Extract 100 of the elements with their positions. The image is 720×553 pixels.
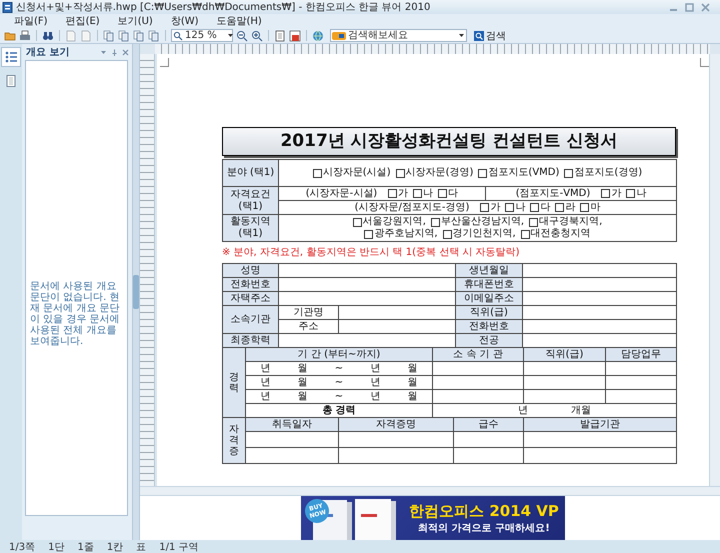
status-item: 1칸 (106, 540, 124, 553)
checkbox[interactable] (478, 168, 488, 178)
checkbox[interactable] (480, 203, 490, 212)
zoom-field[interactable]: 125 % (185, 30, 225, 41)
pages-icon[interactable] (133, 30, 145, 42)
checkbox[interactable] (626, 189, 636, 198)
field-label: 분야 (택1) (222, 160, 278, 186)
checkbox[interactable] (364, 230, 374, 238)
option-label: 나 (515, 202, 526, 214)
option-label: 부산울산경남지역, (440, 216, 524, 228)
panel-message: 문서에 사용된 개요 문단이 없습니다. 현재 문서에 개요 문단이 있을 경우 문서에 사용된 전체 개요를 보여줍니다. (30, 281, 121, 347)
splitter-handle[interactable] (133, 275, 139, 309)
window-title: 신청서+및+작성서류.hwp [C:₩Users₩dh₩Documents₩] - 한컴오피스 한글 뷰어 2010 (16, 1, 432, 14)
checkbox[interactable] (438, 189, 448, 198)
table-cell: 년 월 ~ 년 월 (246, 376, 432, 390)
field-label: 전화번호 (222, 278, 278, 292)
pages-icon[interactable] (148, 30, 160, 42)
menu-item[interactable]: 보기(U) (108, 14, 162, 28)
option-label: 마 (590, 202, 600, 214)
option-label: 경기인천지역, (452, 228, 516, 240)
table-cell (606, 376, 676, 390)
option-label: 광주호남지역, (374, 228, 438, 240)
checkbox[interactable] (555, 203, 564, 212)
option-label: 점포지도(VMD) (488, 167, 560, 179)
option-label: 가 (490, 202, 500, 214)
checkbox[interactable] (601, 189, 610, 198)
globe-icon[interactable] (312, 30, 324, 42)
search-field[interactable]: 검색해보세요 (348, 30, 456, 41)
caret-icon[interactable] (458, 32, 465, 39)
column-header: 자격증명 (338, 418, 454, 432)
checkbox[interactable] (352, 218, 362, 226)
checkbox[interactable] (442, 230, 452, 238)
zoom-out-icon[interactable] (236, 30, 248, 42)
field-label: 자격요건 (택1) (222, 186, 278, 214)
option-label: 가 (398, 188, 408, 200)
checkbox[interactable] (396, 168, 405, 178)
column-header: 직위(급) (524, 348, 606, 362)
menu-item[interactable]: 편집(E) (56, 14, 109, 28)
printer-icon[interactable] (19, 30, 31, 42)
field-label: 이메일주소 (456, 292, 522, 306)
option-label: 나 (423, 188, 434, 200)
search-icon (474, 30, 484, 40)
search-button[interactable]: 검색 (472, 29, 508, 42)
column-header: 급수 (454, 418, 524, 432)
checkbox[interactable] (388, 189, 398, 198)
status-item: 1줄 (77, 540, 94, 553)
checkbox[interactable] (312, 168, 322, 178)
dropdown-icon[interactable] (100, 48, 107, 56)
option-label: 나 (636, 188, 646, 200)
pages-icon[interactable] (103, 30, 115, 42)
table-cell: 년 월 ~ 년 월 (246, 362, 432, 376)
binoculars-icon[interactable] (42, 30, 54, 42)
checkbox[interactable] (530, 203, 540, 212)
image-icon[interactable] (289, 30, 301, 42)
option-label: 서울강원지역, (362, 216, 426, 228)
menu-item[interactable]: 도움말(H) (208, 14, 271, 28)
table-cell (606, 390, 676, 404)
field-label: 기관명 (278, 306, 338, 320)
status-item: 1/3쪽 (9, 540, 36, 553)
ad-tagline: 최적의 가격으로 구매하세요! (418, 522, 550, 534)
table-cell (454, 432, 524, 448)
panel-title: 개요 보기 (26, 46, 70, 59)
app-icon (2, 2, 13, 12)
pin-icon[interactable] (111, 48, 118, 56)
page-icon[interactable] (274, 30, 286, 42)
search-icon (173, 30, 183, 40)
checkbox[interactable] (580, 203, 590, 212)
field-label: 전화번호 (456, 320, 522, 334)
checkbox[interactable] (430, 218, 440, 226)
field-label: 성명 (222, 264, 278, 278)
notice-text: ※ 분야, 자격요건, 활동지역은 반드시 택 1(중복 선택 시 자동탈락) (222, 246, 521, 259)
list-icon (5, 51, 17, 63)
checkbox[interactable] (564, 168, 574, 178)
checkbox[interactable] (529, 218, 538, 226)
field-label: 최종학력 (222, 334, 278, 348)
option-label: 대전충청지역 (530, 228, 591, 240)
field-label: 생년월일 (456, 264, 522, 278)
table-cell: 년 월 ~ 년 월 (246, 390, 432, 404)
pages-icon[interactable] (118, 30, 130, 42)
caret-icon[interactable] (227, 32, 234, 39)
zoom-combo[interactable]: 125 % (171, 29, 233, 42)
checkbox[interactable] (505, 203, 514, 212)
group-label: (시장자문/점포지도-경영) (354, 202, 470, 214)
checkbox[interactable] (520, 230, 530, 238)
status-item: 1/1 구역 (159, 540, 198, 553)
status-item: 표 (136, 540, 146, 553)
zoom-in-icon[interactable] (251, 30, 263, 42)
option-label: 시장자문(시설) (322, 167, 391, 179)
field-label: 소속기관 (222, 306, 278, 334)
field-label: 자택주소 (222, 292, 278, 306)
side-tab[interactable] (1, 47, 21, 67)
column-header: 소 속 기 관 (432, 348, 524, 362)
option-label: 다 (448, 188, 458, 200)
search-combo[interactable]: 검색해보세요 (330, 29, 467, 42)
field-label: 활동지역 (택1) (222, 214, 278, 242)
close-icon[interactable] (122, 48, 129, 56)
menu-item[interactable]: 창(W) (162, 14, 208, 28)
checkbox[interactable] (413, 189, 422, 198)
ad-headline: 한컴오피스 2014 VP (409, 502, 559, 520)
menu-item[interactable]: 파일(F) (5, 14, 57, 28)
